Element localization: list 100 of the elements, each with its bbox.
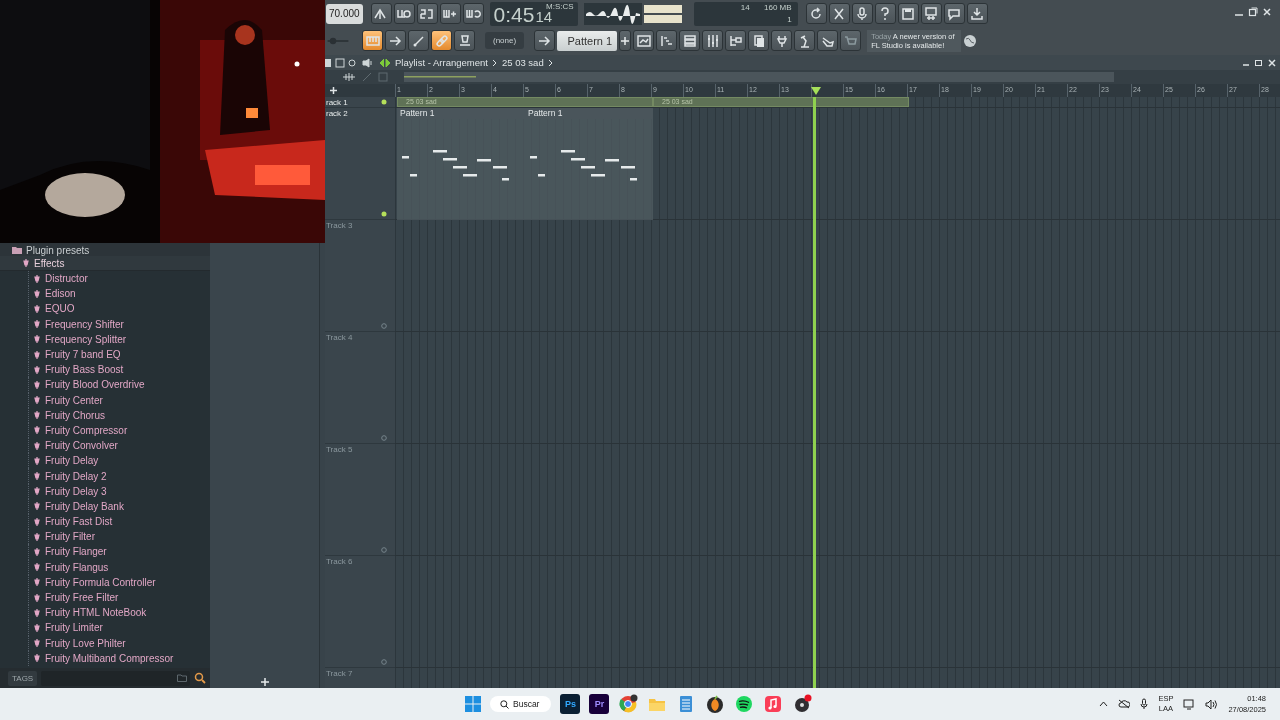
- preset-item[interactable]: Fruity Fast Dist: [45, 516, 113, 528]
- preset-item[interactable]: Fruity Center: [45, 394, 103, 406]
- plug-icon: [33, 455, 41, 466]
- snap-icon[interactable]: [342, 72, 356, 82]
- preset-item[interactable]: Distructor: [45, 273, 88, 285]
- preset-item[interactable]: Fruity Delay: [45, 455, 99, 467]
- fruit-icon[interactable]: [705, 694, 726, 714]
- clip-label: Pattern 1: [400, 108, 435, 118]
- plug-icon: [33, 303, 41, 314]
- track-name: Track 7: [326, 669, 353, 678]
- track-toggle-icon[interactable]: [381, 323, 387, 329]
- preset-item[interactable]: Fruity Delay 2: [45, 470, 107, 482]
- app-icon[interactable]: Pr: [589, 694, 610, 714]
- track-toggle-icon[interactable]: [381, 547, 387, 553]
- memory-reading: 160 MB: [763, 3, 793, 12]
- plug-icon: [33, 273, 41, 284]
- preset-item[interactable]: Fruity Delay Bank: [45, 500, 124, 512]
- cpu-reading: 14: [739, 3, 751, 12]
- waveform-drawing: [583, 2, 642, 25]
- add-pattern-button[interactable]: [619, 30, 632, 51]
- music-streaming-icon[interactable]: [734, 694, 755, 714]
- track-name: rack 2: [326, 109, 348, 118]
- play-arrow-icon[interactable]: [379, 57, 391, 68]
- tags-button[interactable]: TAGS: [8, 670, 38, 686]
- tempo-field[interactable]: 70.000: [326, 3, 363, 24]
- preset-item[interactable]: Fruity Filter: [45, 531, 95, 543]
- clip-label: Pattern 1: [528, 108, 563, 118]
- plug-icon: [33, 349, 41, 360]
- recorder-icon[interactable]: [792, 694, 813, 714]
- breadcrumb[interactable]: 25 03 sad: [501, 57, 544, 68]
- window-controls-drawing[interactable]: [1242, 58, 1276, 67]
- chevron-icon: [547, 58, 554, 67]
- plug-icon: [33, 653, 41, 664]
- preset-item[interactable]: Fruity Blood Overdrive: [45, 379, 145, 391]
- plug-icon: [33, 410, 41, 421]
- plug-icon: [33, 607, 41, 618]
- preset-item[interactable]: Fruity 7 band EQ: [45, 349, 121, 361]
- preset-item[interactable]: Fruity Convolver: [45, 440, 118, 452]
- plug-icon: [33, 395, 41, 406]
- folder-icon: [12, 246, 22, 254]
- plug-icon: [33, 364, 41, 375]
- track-toggle-icon[interactable]: [381, 211, 387, 217]
- preset-item[interactable]: Fruity Multiband Compressor: [45, 652, 174, 664]
- track-header[interactable]: rack 2: [325, 108, 395, 220]
- preset-item[interactable]: Frequency Shifter: [45, 318, 124, 330]
- window-title: Playlist - Arrangement: [395, 57, 488, 68]
- plug-icon: [33, 471, 41, 482]
- preset-item[interactable]: Frequency Splitter: [45, 333, 127, 345]
- search-icon[interactable]: [194, 672, 206, 684]
- preset-item[interactable]: EQUO: [45, 303, 75, 315]
- preset-item[interactable]: Fruity Love Philter: [45, 637, 126, 649]
- track-toggle-icon[interactable]: [381, 659, 387, 665]
- preset-item[interactable]: Fruity Bass Boost: [45, 364, 124, 376]
- preset-item[interactable]: Fruity Flangus: [45, 561, 109, 573]
- search-field[interactable]: Buscar: [490, 696, 552, 712]
- track-name: rack 1: [326, 98, 348, 107]
- preset-item[interactable]: Fruity Compressor: [45, 424, 128, 436]
- plug-icon: [33, 577, 41, 588]
- volume-meter-drawing: [643, 3, 682, 24]
- globe-icon: [963, 33, 978, 48]
- speaker-icon[interactable]: [1205, 698, 1219, 710]
- browser-section[interactable]: Plugin presets: [26, 244, 90, 256]
- network-icon[interactable]: [1183, 698, 1196, 710]
- preset-item[interactable]: Fruity Free Filter: [45, 592, 119, 604]
- track-name: Track 5: [326, 445, 353, 454]
- plug-icon: [33, 319, 41, 330]
- overview-scrollbar[interactable]: [404, 72, 1114, 82]
- pattern-clip[interactable]: Pattern 1: [397, 108, 525, 220]
- track-name: Track 3: [326, 221, 353, 230]
- close-icon[interactable]: [1262, 7, 1272, 17]
- preset-item[interactable]: Fruity Formula Controller: [45, 576, 156, 588]
- preset-item[interactable]: Fruity Limiter: [45, 622, 103, 634]
- track-toggle-icon[interactable]: [381, 435, 387, 441]
- start-icon[interactable]: [465, 696, 481, 712]
- chevron-icon: [491, 58, 498, 67]
- app-icon[interactable]: Ps: [560, 694, 581, 714]
- pattern-selector[interactable]: (none): [485, 32, 525, 49]
- preset-item[interactable]: Fruity Chorus: [45, 409, 105, 421]
- plus-icon[interactable]: [621, 36, 630, 45]
- plug-icon: [33, 531, 41, 542]
- search-placeholder: Buscar: [513, 699, 540, 709]
- cloud-off-icon[interactable]: [1118, 699, 1131, 709]
- pattern-clip[interactable]: Pattern 1: [525, 108, 653, 220]
- time-format-label: M:S:CS: [546, 1, 574, 11]
- plus-icon[interactable]: [260, 678, 269, 686]
- preset-item[interactable]: Edison: [45, 288, 76, 300]
- pattern-field[interactable]: Pattern 1: [557, 30, 618, 51]
- playhead-marker-icon[interactable]: [811, 87, 821, 95]
- microphone-icon[interactable]: [1140, 698, 1149, 710]
- restore-icon[interactable]: [1248, 7, 1258, 17]
- preset-item[interactable]: Fruity Delay 3: [45, 485, 107, 497]
- tag-search-field[interactable]: [41, 670, 190, 686]
- preset-item[interactable]: Fruity HTML NoteBook: [45, 607, 147, 619]
- master-pitch-slider[interactable]: [326, 36, 350, 45]
- folder-item[interactable]: Effects: [34, 257, 65, 269]
- browser-icon[interactable]: [618, 694, 639, 714]
- preset-item[interactable]: Fruity Flanger: [45, 546, 107, 558]
- music-note-icon[interactable]: [763, 694, 784, 714]
- track-toggle-icon[interactable]: [381, 99, 387, 105]
- chevron-up-icon[interactable]: [1099, 701, 1109, 707]
